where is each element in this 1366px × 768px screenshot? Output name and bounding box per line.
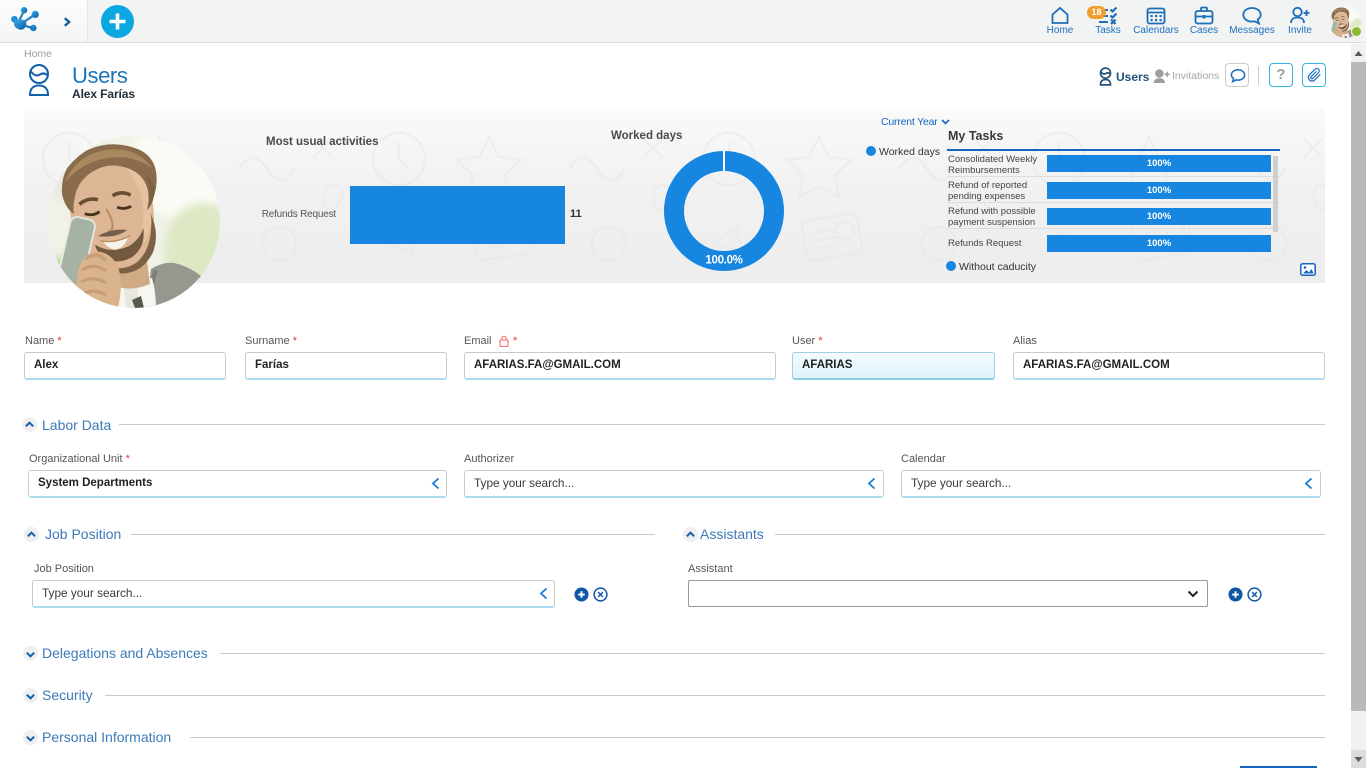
svg-text:100.0%: 100.0% [705, 255, 742, 267]
